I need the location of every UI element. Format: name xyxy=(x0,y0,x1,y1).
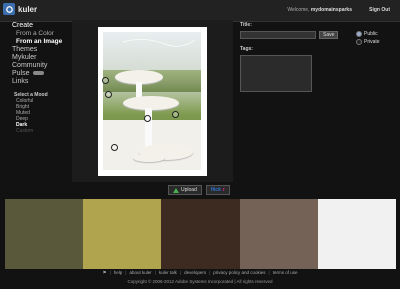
footer-link-developers[interactable]: developers xyxy=(184,270,206,276)
photo-frame xyxy=(98,27,207,176)
color-picker-pin-5[interactable] xyxy=(172,111,179,118)
flickr-label-a: flick xyxy=(210,187,221,193)
title-label: Title: xyxy=(240,22,252,28)
public-option[interactable]: Public xyxy=(356,30,380,38)
tags-label: Tags: xyxy=(240,46,253,52)
footer-link-terms[interactable]: terms of use xyxy=(273,270,298,276)
kuler-logo[interactable]: kuler xyxy=(3,3,37,15)
nav-pulse-label: Pulse xyxy=(12,70,30,77)
nav-links[interactable]: Links xyxy=(12,78,74,86)
swatch-1[interactable] xyxy=(5,199,84,269)
title-input[interactable] xyxy=(240,31,316,39)
swatch-3[interactable] xyxy=(161,199,240,269)
public-radio[interactable] xyxy=(356,31,362,37)
color-picker-pin-2[interactable] xyxy=(105,91,112,98)
footer-link-about[interactable]: about kuler xyxy=(129,270,151,276)
image-source-buttons: Upload flick r xyxy=(168,185,230,195)
color-picker-pin-1[interactable] xyxy=(102,77,109,84)
welcome-text: Welcome xyxy=(287,7,309,13)
private-label: Private xyxy=(364,39,380,45)
upload-button[interactable]: Upload xyxy=(168,185,202,195)
upload-label: Upload xyxy=(181,187,197,193)
nav-from-color[interactable]: From a Color xyxy=(12,30,74,38)
tags-input[interactable] xyxy=(240,55,312,92)
nav-pulse[interactable]: Pulse xyxy=(12,70,74,78)
source-photo xyxy=(103,32,201,170)
save-button[interactable]: Save xyxy=(319,31,339,39)
footer-link-privacy[interactable]: privacy policy and cookies xyxy=(213,270,265,276)
color-swatches xyxy=(5,199,397,269)
swirl-decoration xyxy=(122,39,196,67)
mood-custom[interactable]: Custom xyxy=(12,128,74,134)
copyright: Copyright © 2006-2012 Adobe Systems Inco… xyxy=(127,279,273,284)
swatch-5[interactable] xyxy=(317,199,397,269)
kuler-logo-icon xyxy=(3,3,15,15)
upload-arrow-icon xyxy=(173,187,179,193)
nav-create[interactable]: Create xyxy=(12,22,74,30)
image-canvas xyxy=(72,20,233,182)
color-picker-pin-3[interactable] xyxy=(144,115,151,122)
nav-themes[interactable]: Themes xyxy=(12,46,74,54)
footer-links: ⚑ | help | about kuler | kuler talk | de… xyxy=(102,270,298,276)
top-bar: kuler Welcome, mydomainsparks Sign Out xyxy=(0,0,400,22)
swatch-4[interactable] xyxy=(239,199,318,269)
username[interactable]: mydomainsparks xyxy=(311,7,352,13)
flickr-label-b: r xyxy=(222,187,225,193)
app-name: kuler xyxy=(18,4,38,14)
swatch-2[interactable] xyxy=(83,199,162,269)
theme-form: Title: Save Public Private Tags: xyxy=(240,22,395,92)
flickr-button[interactable]: flick r xyxy=(205,185,230,195)
footer-link-help[interactable]: help xyxy=(114,270,123,276)
nav-mykuler[interactable]: Mykuler xyxy=(12,54,74,62)
sign-out-link[interactable]: Sign Out xyxy=(369,7,390,13)
footer: ⚑ | help | about kuler | kuler talk | de… xyxy=(0,270,400,289)
nav-from-image[interactable]: From an Image xyxy=(12,38,74,46)
footer-link-talk[interactable]: kuler talk xyxy=(159,270,177,276)
welcome-message: Welcome, mydomainsparks xyxy=(287,7,352,13)
color-picker-pin-4[interactable] xyxy=(111,144,118,151)
left-nav: Create From a Color From an Image Themes… xyxy=(12,22,74,134)
private-radio[interactable] xyxy=(356,39,362,45)
visibility-options: Public Private xyxy=(356,30,380,46)
nav-community[interactable]: Community xyxy=(12,62,74,70)
public-label: Public xyxy=(364,31,378,37)
footer-icon: ⚑ xyxy=(102,270,107,275)
private-option[interactable]: Private xyxy=(356,38,380,46)
beta-badge xyxy=(32,71,44,76)
